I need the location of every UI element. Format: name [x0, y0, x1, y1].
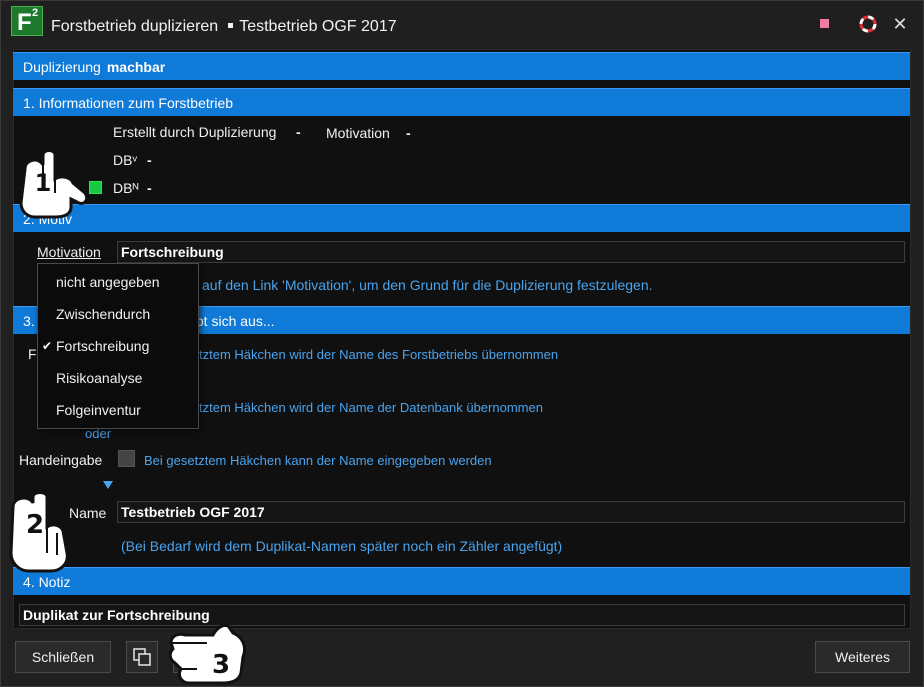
title-bar: F 2 Forstbetrieb duplizieren Testbetrieb …: [1, 1, 923, 43]
close-window-button[interactable]: ✕: [891, 15, 909, 33]
close-icon: ✕: [892, 14, 908, 34]
motivation-field[interactable]: Fortschreibung: [117, 241, 905, 263]
motivation-link[interactable]: Motivation: [37, 244, 101, 260]
annotation-number-1: 1: [35, 169, 52, 197]
dialog-window: F 2 Forstbetrieb duplizieren Testbetrieb …: [0, 0, 924, 687]
more-button[interactable]: Weiteres: [815, 641, 910, 673]
arrow-down-icon: [103, 481, 113, 489]
section4-title: 4. Notiz: [23, 574, 71, 590]
section1-header: 1. Informationen zum Forstbetrieb: [13, 88, 910, 116]
dropdown-option-nicht-angegeben[interactable]: nicht angegeben: [38, 266, 198, 298]
note-field[interactable]: Duplikat zur Fortschreibung: [19, 604, 905, 626]
pointing-hand-icon: 2: [9, 493, 69, 573]
dbn-label: DBᴺ: [113, 180, 139, 196]
row1-hint: tztem Häkchen wird der Name des Forstbet…: [199, 347, 559, 362]
manual-entry-label: Handeingabe: [19, 452, 103, 468]
motivation-dropdown[interactable]: nicht angegeben Zwischendurch ✔ Fortschre…: [37, 263, 199, 429]
copy-button[interactable]: [126, 641, 158, 673]
app-logo-icon: F 2: [11, 6, 43, 36]
manual-entry-hint: Bei gesetztem Häkchen kann der Name eing…: [144, 453, 492, 468]
option-label: Folgeinventur: [56, 402, 141, 418]
pointing-hand-icon: 1: [19, 149, 89, 219]
logo-superscript: 2: [32, 7, 39, 19]
created-by-duplication-value: -: [296, 124, 301, 140]
dbv-value: -: [147, 152, 152, 168]
dbv-label: DBᵛ: [113, 152, 137, 168]
option-label: Risikoanalyse: [56, 370, 143, 386]
section3-number: 3.: [23, 313, 35, 329]
title-separator: [228, 22, 234, 28]
motivation-info-label: Motivation: [326, 125, 390, 141]
section4-header: 4. Notiz: [13, 567, 910, 595]
close-button[interactable]: Schließen: [15, 641, 111, 673]
motivation-info-value: -: [406, 125, 411, 141]
check-icon: ✔: [42, 339, 53, 353]
dropdown-option-risikoanalyse[interactable]: Risikoanalyse: [38, 362, 198, 394]
name-note: (Bei Bedarf wird dem Duplikat-Namen spät…: [121, 538, 563, 554]
status-label: Duplizierung: [23, 59, 101, 75]
created-by-duplication-label: Erstellt durch Duplizierung: [113, 124, 277, 140]
window-title-main: Forstbetrieb duplizieren: [51, 18, 219, 35]
duplication-status-bar: Duplizierung machbar: [13, 52, 910, 80]
option-label: nicht angegeben: [56, 274, 160, 290]
pin-button[interactable]: [816, 15, 834, 33]
help-button[interactable]: [859, 15, 877, 33]
window-title: Forstbetrieb duplizieren Testbetrieb OGF …: [51, 18, 397, 36]
copy-icon: [133, 648, 151, 666]
motivation-hint: auf den Link 'Motivation', um den Grund …: [202, 277, 653, 293]
option-label: Zwischendurch: [56, 306, 151, 322]
row1-label-partial: F: [28, 346, 37, 362]
dbn-value: -: [147, 180, 152, 196]
dropdown-option-folgeinventur[interactable]: Folgeinventur: [38, 394, 198, 426]
annotation-number-3: 3: [212, 650, 230, 680]
pin-icon: [820, 19, 829, 28]
pointing-hand-icon: 3: [168, 623, 247, 685]
lifebuoy-icon: [859, 15, 877, 33]
option-label: Fortschreibung: [56, 338, 150, 354]
manual-entry-checkbox[interactable]: [118, 450, 135, 467]
row2-hint: tztem Häkchen wird der Name der Datenban…: [199, 400, 543, 415]
status-value: machbar: [106, 59, 166, 75]
logo-letter: F: [17, 9, 32, 36]
window-title-sub: Testbetrieb OGF 2017: [239, 18, 397, 35]
name-field[interactable]: Testbetrieb OGF 2017: [117, 501, 905, 523]
annotation-number-2: 2: [26, 510, 44, 540]
section1-title: 1. Informationen zum Forstbetrieb: [23, 95, 234, 111]
section2-header: 2. Motiv: [13, 204, 910, 232]
dropdown-option-zwischendurch[interactable]: Zwischendurch: [38, 298, 198, 330]
dropdown-option-fortschreibung[interactable]: ✔ Fortschreibung: [38, 330, 198, 362]
